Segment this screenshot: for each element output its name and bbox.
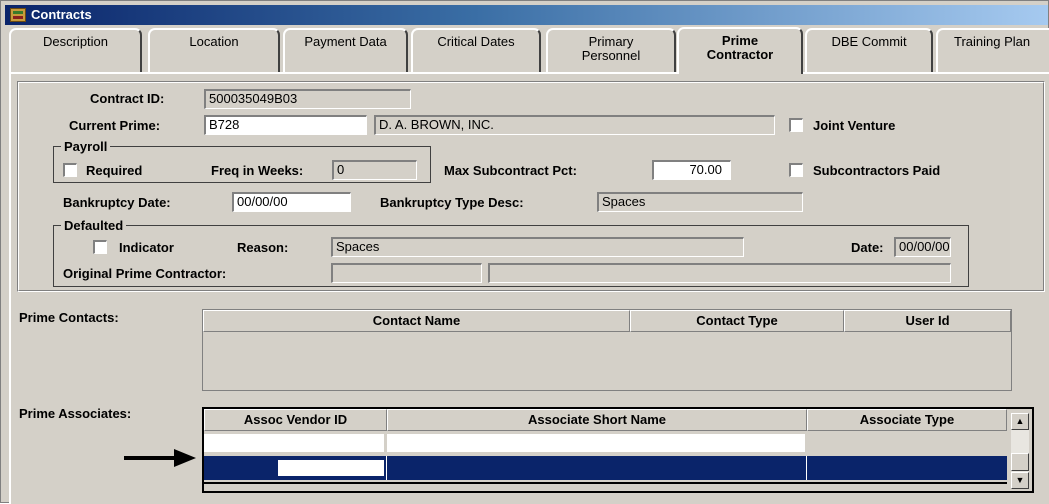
tab-label-line2: Personnel: [581, 48, 641, 63]
tab-training-plan[interactable]: Training Plan: [936, 28, 1049, 72]
tab-label: Payment Data: [304, 34, 387, 49]
payroll-legend: Payroll: [61, 139, 111, 154]
tab-label: Training Plan: [954, 34, 1031, 49]
freq-in-weeks-field: 0: [332, 160, 417, 180]
tab-label: Description: [42, 34, 109, 49]
defaulted-date-label: Date:: [851, 240, 884, 255]
reason-label: Reason:: [237, 240, 289, 255]
original-prime-name-field: [488, 263, 951, 283]
tab-label: Critical Dates: [437, 34, 515, 49]
payroll-required-checkbox[interactable]: [63, 163, 77, 177]
title-bar[interactable]: Contracts: [5, 5, 1048, 25]
bankruptcy-type-field: Spaces: [597, 192, 803, 212]
tab-label-line1: Primary: [588, 34, 634, 49]
current-prime-code-input[interactable]: B728: [204, 115, 367, 135]
max-subcontract-input[interactable]: 70.00: [652, 160, 731, 180]
defaulted-date-field: 00/00/00: [894, 237, 951, 257]
bankruptcy-type-label: Bankruptcy Type Desc:: [380, 195, 524, 210]
defaulted-indicator-label: Indicator: [119, 240, 174, 255]
tab-label-line2: Contractor: [706, 47, 774, 62]
contact-name-header[interactable]: Contact Name: [203, 310, 630, 332]
current-prime-label: Current Prime:: [69, 118, 161, 133]
scroll-thumb[interactable]: [1011, 453, 1029, 471]
column-divider: [386, 456, 387, 480]
tab-critical-dates[interactable]: Critical Dates: [411, 28, 541, 72]
scroll-up-icon[interactable]: ▲: [1011, 413, 1029, 430]
original-prime-label: Original Prime Contractor:: [63, 266, 227, 281]
assoc-vendor-id-header[interactable]: Assoc Vendor ID: [204, 409, 387, 431]
prime-contacts-grid[interactable]: Contact Name Contact Type User Id: [202, 309, 1012, 391]
joint-venture-checkbox[interactable]: [789, 118, 803, 132]
joint-venture-label: Joint Venture: [813, 118, 896, 133]
tab-prime-contractor[interactable]: Prime Contractor: [677, 27, 803, 74]
app-icon: [10, 8, 26, 22]
contract-id-field: 500035049B03: [204, 89, 411, 109]
subcontractors-paid-checkbox[interactable]: [789, 163, 803, 177]
contracts-window: Contracts Description Location Payment D…: [0, 0, 1049, 504]
tab-label: Location: [189, 34, 239, 49]
tab-location[interactable]: Location: [148, 28, 280, 72]
contact-type-header[interactable]: Contact Type: [630, 310, 844, 332]
contract-id-label: Contract ID:: [90, 91, 165, 106]
tab-dbe-commit[interactable]: DBE Commit: [805, 28, 933, 72]
subcontractors-paid-label: Subcontractors Paid: [813, 163, 941, 178]
reason-field: Spaces: [331, 237, 744, 257]
prime-associates-grid[interactable]: Assoc Vendor ID Associate Short Name Ass…: [202, 407, 1034, 493]
assoc-vendor-id-cell[interactable]: [204, 434, 384, 452]
associate-short-name-header[interactable]: Associate Short Name: [387, 409, 807, 431]
column-divider: [806, 456, 807, 480]
tab-primary-personnel[interactable]: Primary Personnel: [546, 28, 676, 72]
arrow-right-icon: [124, 449, 196, 467]
defaulted-legend: Defaulted: [61, 218, 127, 233]
row-divider: [204, 482, 1007, 484]
original-prime-code-field: [331, 263, 482, 283]
associate-type-header[interactable]: Associate Type: [807, 409, 1007, 431]
associate-short-name-cell[interactable]: [387, 434, 805, 452]
bankruptcy-date-label: Bankruptcy Date:: [63, 195, 171, 210]
associates-scrollbar[interactable]: ▲ ▼: [1011, 413, 1029, 489]
user-id-header[interactable]: User Id: [844, 310, 1011, 332]
current-prime-name-field: D. A. BROWN, INC.: [374, 115, 775, 135]
scroll-down-icon[interactable]: ▼: [1011, 472, 1029, 489]
selected-table-row[interactable]: [204, 456, 1007, 480]
max-subcontract-label: Max Subcontract Pct:: [444, 163, 577, 178]
freq-in-weeks-label: Freq in Weeks:: [211, 163, 304, 178]
defaulted-indicator-checkbox[interactable]: [93, 240, 107, 254]
tab-label: DBE Commit: [831, 34, 907, 49]
window-title: Contracts: [31, 7, 92, 22]
prime-associates-label: Prime Associates:: [19, 406, 132, 421]
tab-payment-data[interactable]: Payment Data: [283, 28, 408, 72]
prime-contacts-label: Prime Contacts:: [19, 310, 119, 325]
associate-type-cell: [807, 434, 1007, 452]
payroll-required-label: Required: [86, 163, 143, 178]
assoc-vendor-id-editor[interactable]: [278, 460, 384, 476]
tab-label-line1: Prime: [721, 33, 759, 48]
tab-description[interactable]: Description: [9, 28, 142, 72]
bankruptcy-date-input[interactable]: 00/00/00: [232, 192, 351, 212]
